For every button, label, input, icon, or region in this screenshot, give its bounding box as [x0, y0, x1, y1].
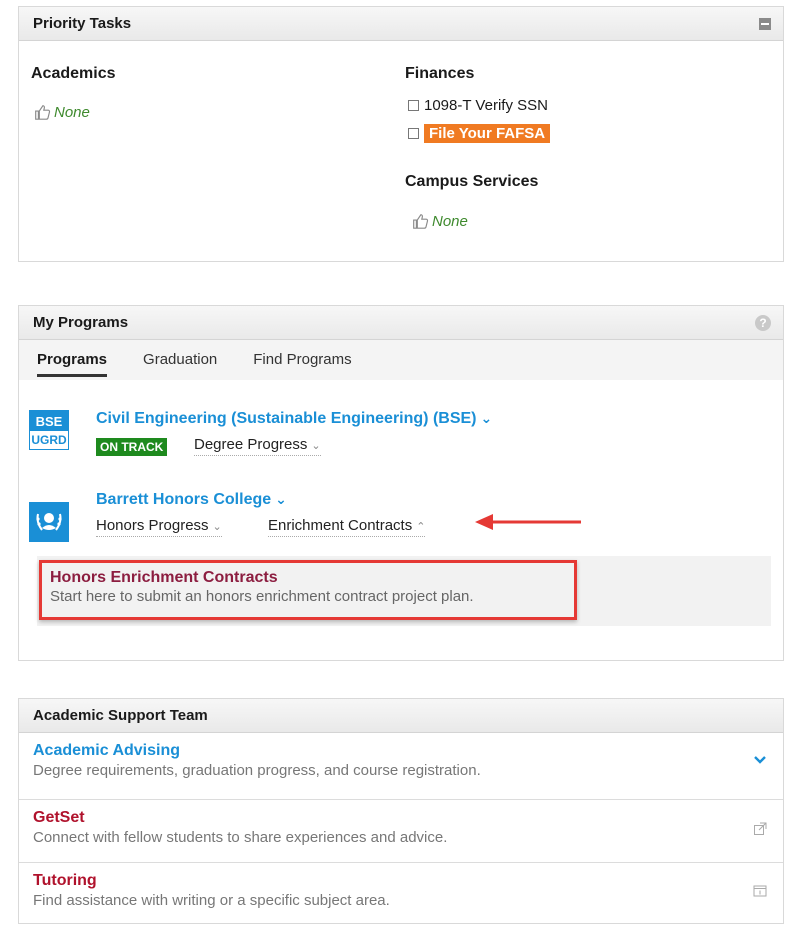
task-checkbox[interactable] [408, 128, 419, 139]
contract-description: Start here to submit an honors enrichmen… [50, 588, 474, 605]
thumbs-up-icon [413, 214, 429, 229]
link-label[interactable]: Degree Progress [194, 436, 307, 453]
popup-icon[interactable] [753, 885, 767, 897]
support-item-title[interactable]: GetSet [33, 809, 769, 827]
panel-title: Academic Support Team [33, 707, 208, 724]
support-item-description: Find assistance with writing or a specif… [33, 892, 390, 909]
support-item-description: Connect with fellow students to share ex… [33, 829, 448, 846]
badge-top-label: BSE [30, 411, 68, 431]
chevron-up-icon[interactable]: ⌃ [416, 521, 425, 533]
chevron-down-icon[interactable]: ⌄ [311, 440, 320, 452]
academics-heading: Academics [31, 65, 116, 82]
external-link-icon[interactable] [753, 822, 767, 836]
program-tabs: Programs Graduation Find Programs [19, 340, 783, 380]
chevron-down-icon[interactable]: ⌄ [213, 521, 222, 533]
program-title-civil-engineering[interactable]: Civil Engineering (Sustainable Engineeri… [96, 410, 492, 428]
support-item-description: Degree requirements, graduation progress… [33, 762, 481, 779]
program-title-barrett-honors[interactable]: Barrett Honors College ⌄ [96, 491, 287, 509]
support-item-tutoring[interactable]: Tutoring Find assistance with writing or… [19, 862, 783, 924]
support-item-getset[interactable]: GetSet Connect with fellow students to s… [19, 799, 783, 861]
finances-heading: Finances [405, 65, 475, 82]
help-icon[interactable]: ? [755, 314, 771, 331]
my-programs-header: My Programs ? [19, 306, 783, 340]
support-item-title[interactable]: Academic Advising [33, 742, 769, 760]
my-programs-panel: My Programs ? Programs Graduation Find P… [18, 305, 784, 661]
bse-degree-badge: BSE UGRD [29, 410, 69, 450]
badge-bottom-label: UGRD [30, 431, 68, 449]
none-label: None [54, 103, 90, 121]
support-item-academic-advising[interactable]: Academic Advising Degree requirements, g… [19, 733, 783, 795]
task-file-fafsa[interactable]: File Your FAFSA [408, 124, 551, 143]
link-label[interactable]: Honors Progress [96, 517, 209, 534]
honors-progress-link[interactable]: Honors Progress ⌄ [96, 517, 222, 537]
task-label[interactable]: 1098-T Verify SSN [424, 97, 548, 114]
annotation-arrow-icon [475, 514, 581, 530]
panel-title: Priority Tasks [33, 15, 132, 32]
collapse-icon[interactable] [759, 17, 771, 30]
honors-college-logo [29, 502, 69, 542]
tab-graduation[interactable]: Graduation [143, 340, 217, 374]
thumbs-up-icon [35, 105, 51, 120]
chevron-down-icon[interactable]: ⌄ [275, 491, 287, 507]
program-title-text[interactable]: Barrett Honors College [96, 491, 271, 508]
task-checkbox[interactable] [408, 100, 419, 111]
priority-tasks-panel: Priority Tasks Academics None Finances 1… [18, 6, 784, 262]
degree-progress-link[interactable]: Degree Progress ⌄ [194, 436, 321, 456]
link-label[interactable]: Enrichment Contracts [268, 517, 412, 534]
laurel-icon [36, 513, 62, 531]
panel-title: My Programs [33, 314, 129, 331]
tab-find-programs[interactable]: Find Programs [253, 340, 351, 374]
campus-services-none: None [411, 212, 468, 230]
campus-services-heading: Campus Services [405, 173, 539, 190]
none-label: None [432, 212, 468, 230]
fafsa-task-label[interactable]: File Your FAFSA [424, 124, 551, 143]
academic-support-team-panel: Academic Support Team Academic Advising … [18, 698, 784, 924]
enrichment-contracts-link[interactable]: Enrichment Contracts ⌃ [268, 517, 426, 537]
task-verify-ssn[interactable]: 1098-T Verify SSN [408, 97, 548, 114]
priority-tasks-header: Priority Tasks [19, 7, 783, 41]
chevron-down-icon[interactable]: ⌄ [481, 410, 493, 426]
program-title-text[interactable]: Civil Engineering (Sustainable Engineeri… [96, 410, 477, 427]
chevron-down-icon[interactable] [753, 755, 767, 765]
academic-support-header: Academic Support Team [19, 699, 783, 733]
status-badge: ON TRACK [96, 438, 168, 456]
academics-none: None [33, 103, 90, 121]
support-item-title[interactable]: Tutoring [33, 872, 769, 890]
contract-title[interactable]: Honors Enrichment Contracts [50, 569, 566, 587]
tab-programs[interactable]: Programs [37, 340, 108, 377]
honors-enrichment-contracts-item[interactable]: Honors Enrichment Contracts Start here t… [39, 560, 577, 620]
